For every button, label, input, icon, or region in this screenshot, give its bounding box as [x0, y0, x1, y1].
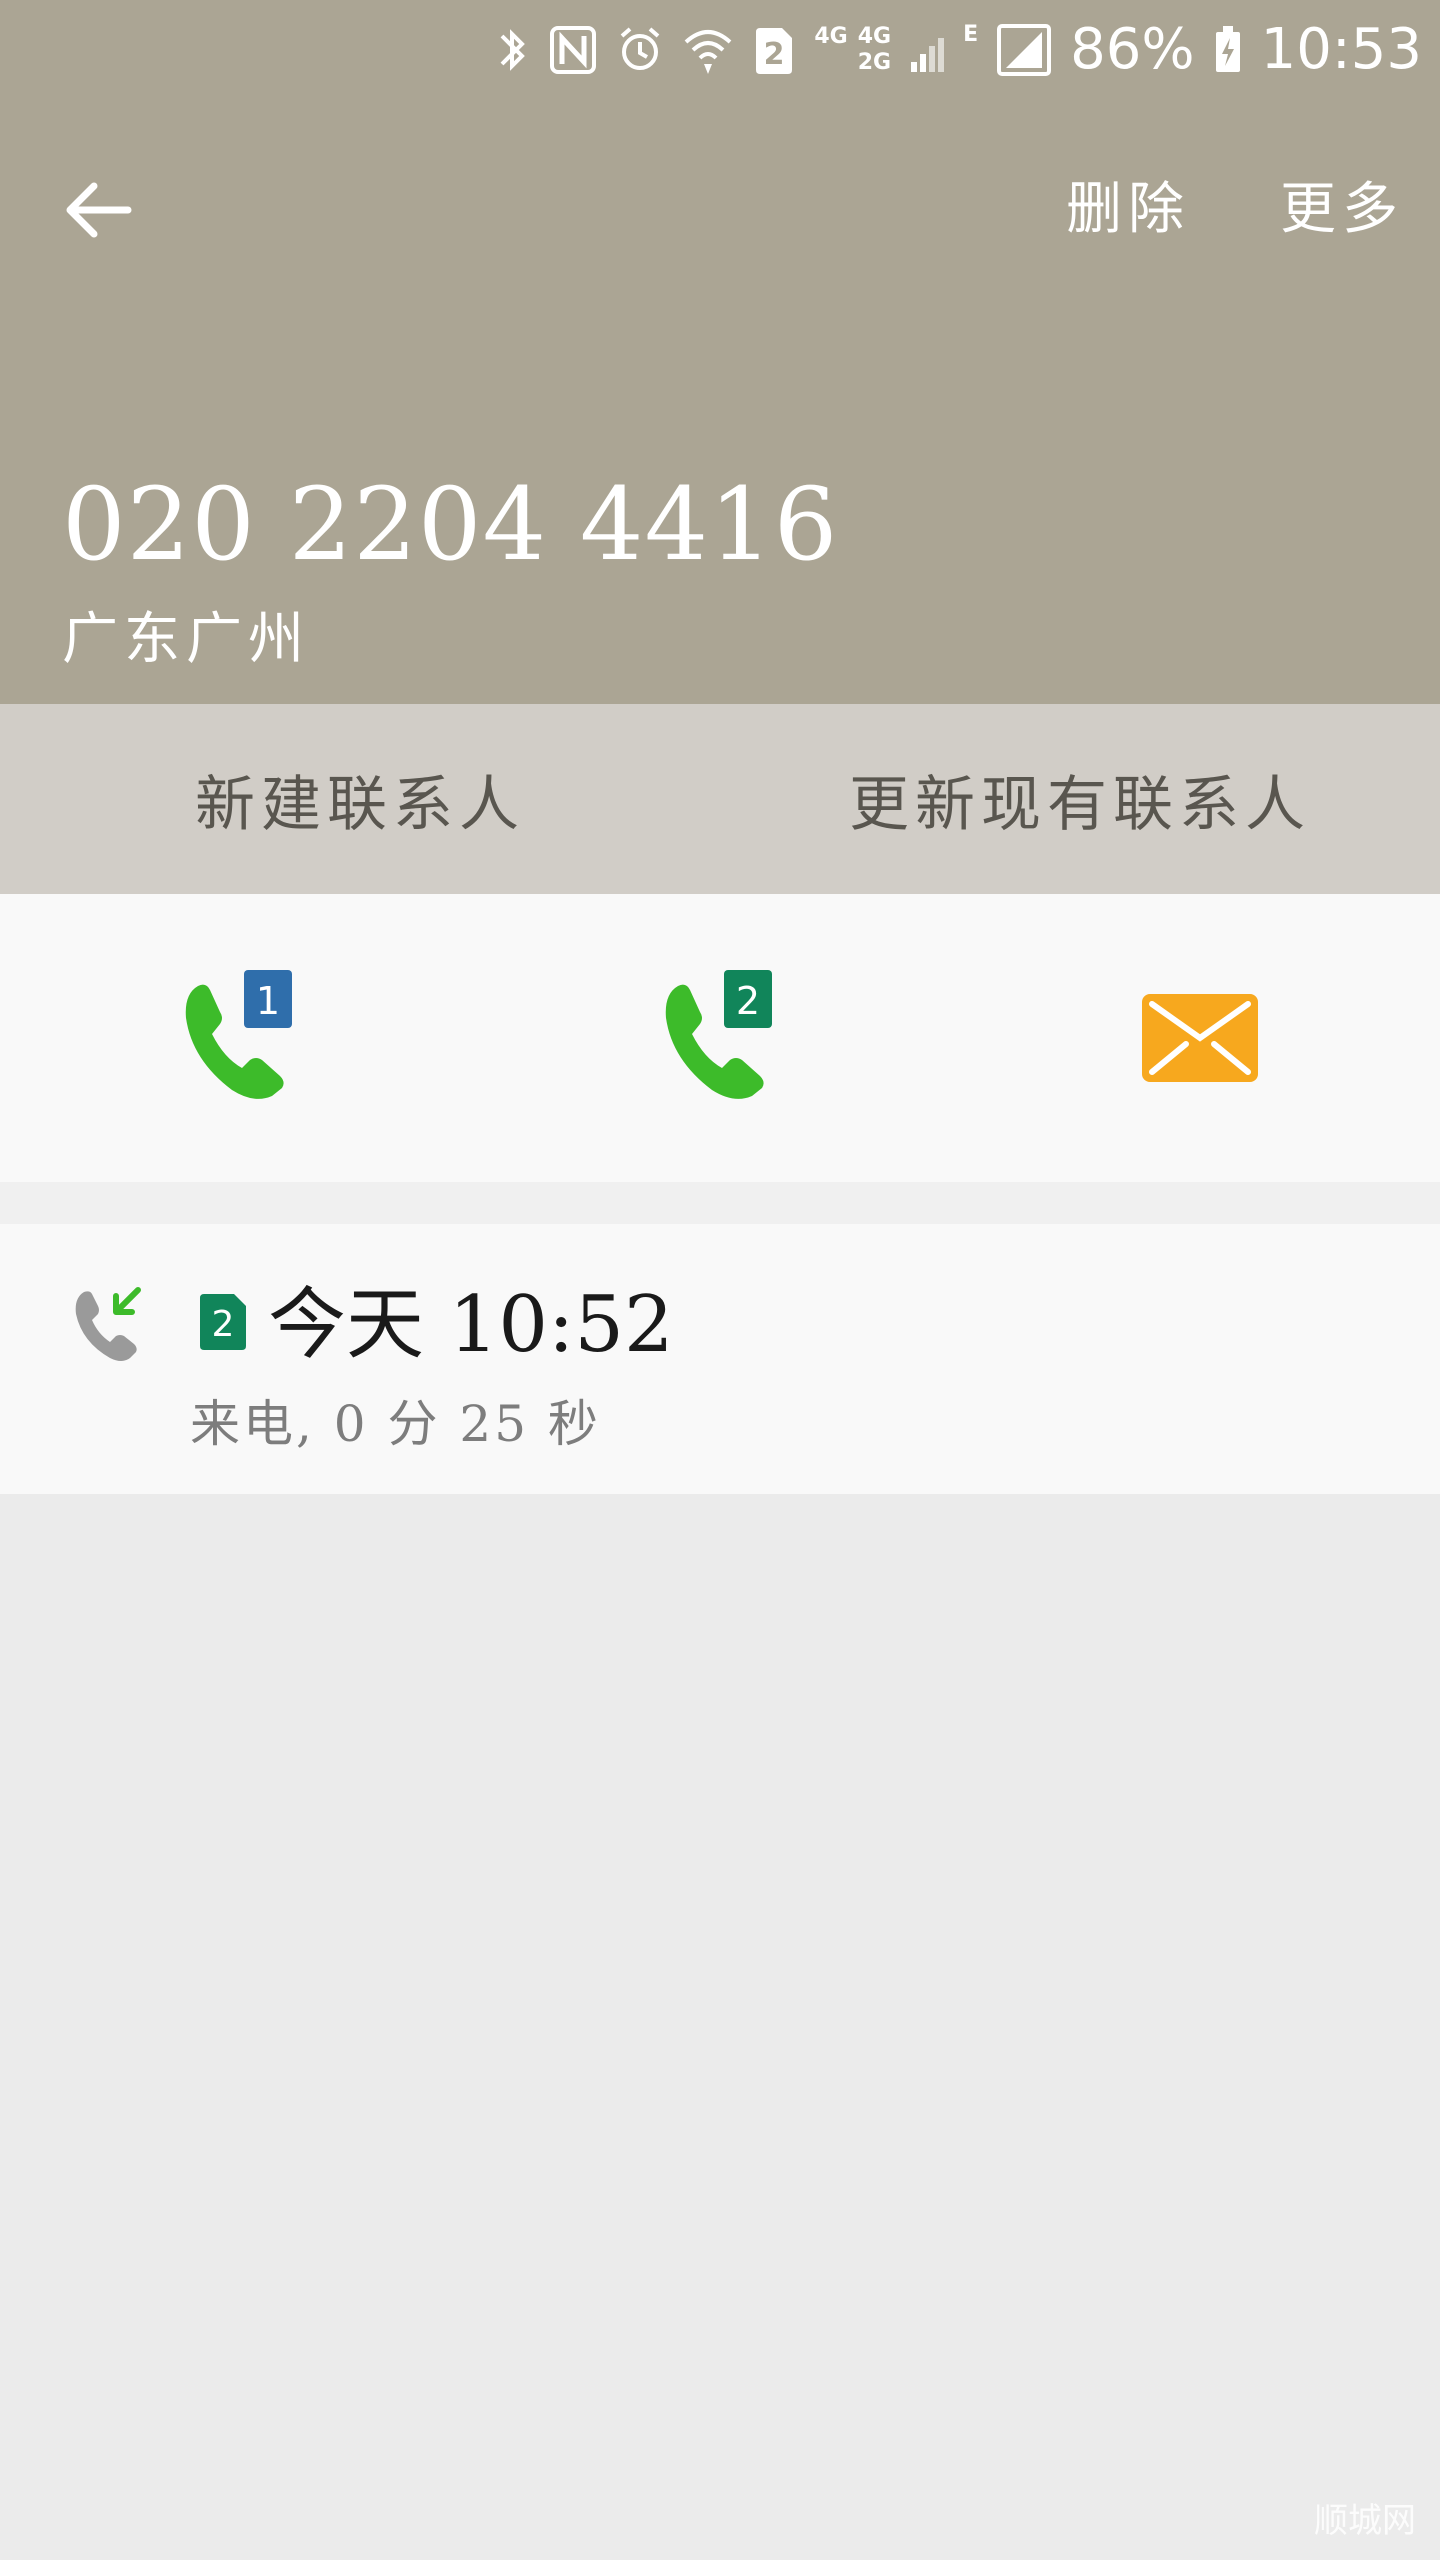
- call-time: 今天 10:52: [268, 1280, 674, 1370]
- network-4g-label: 4G: [814, 24, 848, 49]
- number-location: 广东广州: [62, 607, 310, 672]
- network-e-label: E: [963, 22, 979, 47]
- alarm-icon: [621, 27, 660, 70]
- sim2-badge-icon: 2: [200, 1294, 246, 1350]
- back-button[interactable]: [60, 172, 136, 248]
- watermark-logo: 顺城网: [1314, 2501, 1416, 2541]
- contact-actions-bar: 新建联系人 更新现有联系人: [0, 704, 1440, 894]
- envelope-icon: [1142, 994, 1258, 1082]
- svg-text:1: 1: [256, 979, 280, 1023]
- section-divider: [0, 1182, 1440, 1224]
- call-sim1-button[interactable]: 1: [0, 894, 480, 1182]
- new-contact-button[interactable]: 新建联系人: [0, 704, 720, 894]
- svg-text:2: 2: [212, 1304, 235, 1345]
- status-bar: 2 4G 4G 2G E 86% 10:53: [0, 0, 1440, 100]
- battery-percent: 86%: [1070, 17, 1195, 82]
- phone-sim2-icon: 2: [665, 970, 772, 1099]
- back-arrow-icon: [66, 182, 132, 238]
- phone-number: 020 2204 4416: [62, 466, 839, 583]
- call-sim2-button[interactable]: 2: [480, 894, 960, 1182]
- bluetooth-icon: [500, 29, 526, 71]
- message-button[interactable]: [960, 894, 1440, 1182]
- svg-text:2: 2: [764, 37, 785, 72]
- incoming-call-icon: [75, 1287, 141, 1361]
- network-2g-label: 2G: [857, 50, 892, 75]
- signal-strength-icon: [997, 24, 1052, 76]
- sim2-icon: 2: [756, 28, 793, 74]
- network-type-labels: 4G 4G 2G: [814, 24, 891, 76]
- signal-icon: [911, 38, 945, 72]
- more-button[interactable]: 更多: [1280, 172, 1404, 248]
- svg-text:2: 2: [736, 979, 760, 1023]
- call-detail: 来电, 0 分 25 秒: [190, 1395, 601, 1453]
- wifi-icon: [685, 30, 732, 74]
- network-4g-secondary-label: 4G: [857, 24, 892, 49]
- update-contact-button[interactable]: 更新现有联系人: [720, 704, 1440, 894]
- clock: 10:53: [1260, 17, 1422, 82]
- header: 2 4G 4G 2G E 86% 10:53 删除 更多 020 2204 44…: [0, 0, 1440, 704]
- call-log-item[interactable]: 2 今天 10:52 来电, 0 分 25 秒: [0, 1224, 1440, 1494]
- nfc-icon: [550, 26, 597, 74]
- delete-button[interactable]: 删除: [1066, 172, 1190, 248]
- status-icons: 2 4G 4G 2G E 86% 10:53: [496, 0, 1440, 100]
- phone-sim1-icon: 1: [185, 970, 292, 1099]
- battery-icon: [1215, 26, 1240, 72]
- quick-actions: 1 2: [0, 894, 1440, 1182]
- network-stack: 4G 2G: [858, 24, 891, 76]
